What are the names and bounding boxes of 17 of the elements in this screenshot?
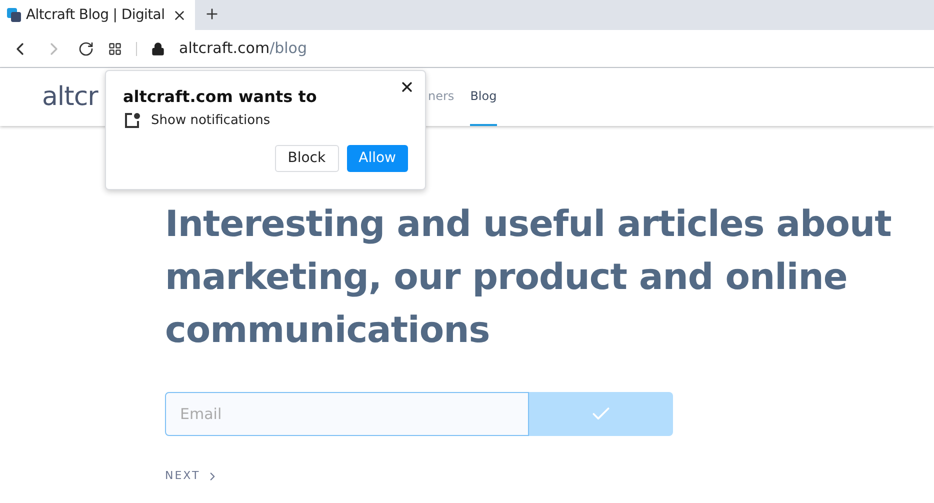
popup-title: altcraft.com wants to — [123, 86, 318, 108]
new-tab-icon[interactable] — [204, 6, 220, 22]
permission-request: Show notifications — [151, 112, 270, 130]
site-logo-icon — [6, 7, 22, 23]
next-link[interactable]: NEXT — [165, 468, 220, 484]
email-field[interactable]: Email — [165, 392, 529, 436]
url-field[interactable]: altcraft.com/blog — [179, 37, 308, 60]
reload-icon[interactable] — [78, 40, 94, 56]
tab-title: Altcraft Blog | Digital — [26, 6, 166, 24]
lock-icon[interactable] — [151, 42, 165, 56]
close-icon[interactable] — [399, 79, 415, 95]
apps-icon[interactable] — [108, 42, 122, 56]
page-heading: Interesting and useful articles about marketing, our product and online communications — [165, 203, 892, 353]
notification-icon — [123, 112, 141, 130]
nav-link[interactable]: Blog — [470, 68, 497, 126]
browser-tab[interactable]: Altcraft Blog | Digital — [0, 0, 195, 30]
block-button[interactable]: Block — [274, 144, 339, 172]
